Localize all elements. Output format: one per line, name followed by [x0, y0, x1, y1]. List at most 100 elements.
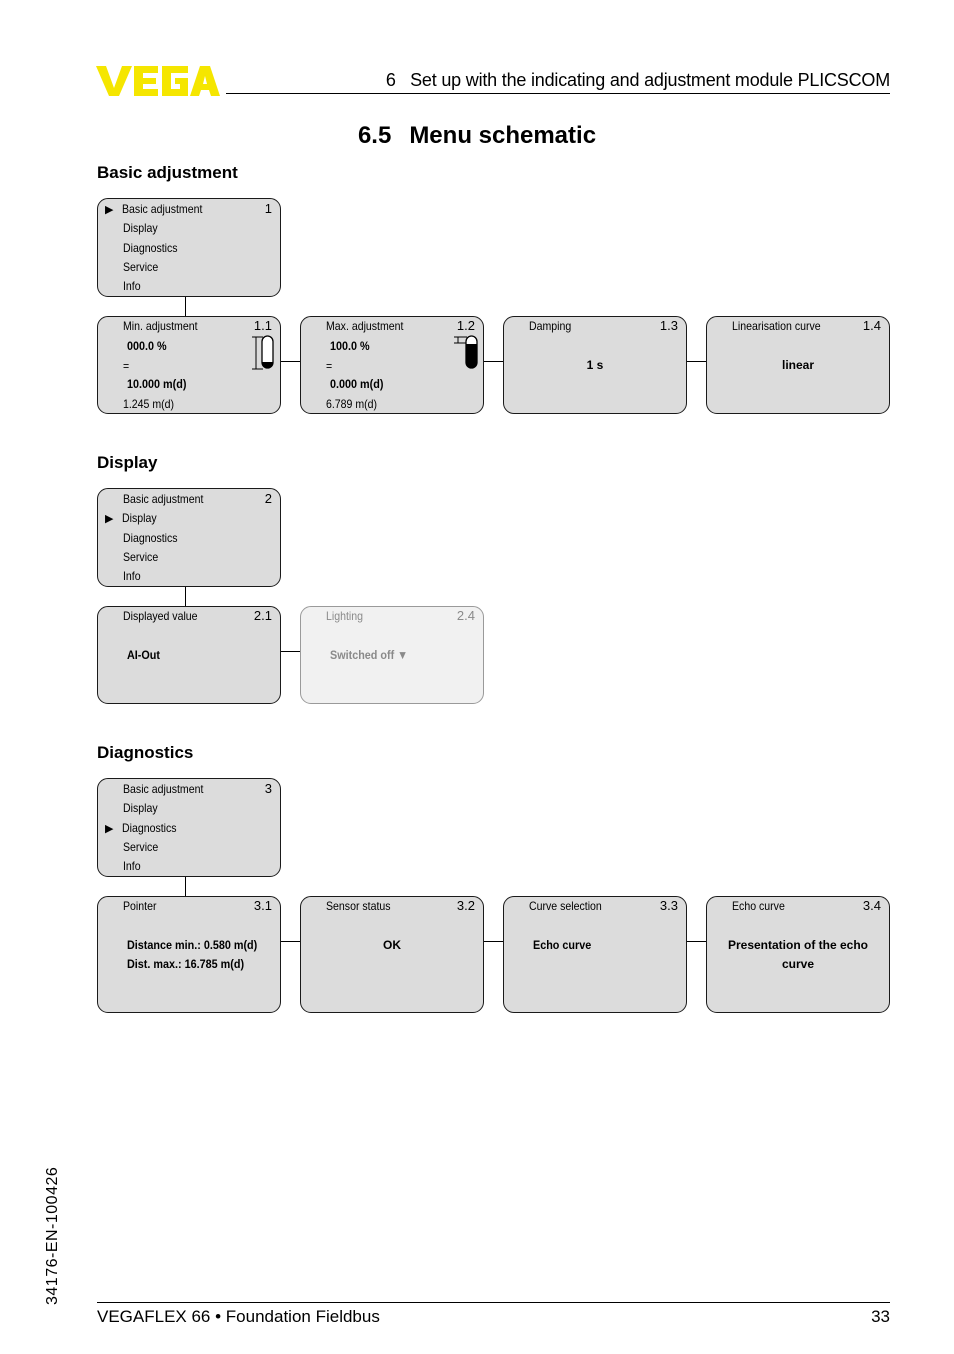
box-number: 1.4: [862, 318, 881, 333]
box-label: Lighting: [326, 609, 364, 623]
distance-min: Distance min.: 0.580 m(d): [127, 938, 258, 952]
max-distance-value[interactable]: 0.000 m(d): [330, 377, 383, 391]
box-number: 3.3: [659, 898, 678, 913]
menu-item-basic-adjustment[interactable]: Basic adjustment: [123, 782, 203, 796]
box-label: Curve selection: [529, 899, 602, 913]
menu-item-diagnostics[interactable]: Diagnostics: [123, 241, 178, 255]
box-label: Linearisation curve: [732, 319, 821, 333]
box-label: Sensor status: [326, 899, 391, 913]
box-number: 2.1: [253, 608, 272, 623]
menu-box-diagnostics[interactable]: Basic adjustment Display ▶ Diagnostics S…: [97, 778, 281, 877]
menu-item-info[interactable]: Info: [123, 859, 141, 873]
box-label: Displayed value: [123, 609, 198, 623]
box-damping[interactable]: Damping 1.3 1 s: [503, 316, 687, 414]
curve-selection-value[interactable]: Echo curve: [533, 938, 591, 952]
menu-box-display[interactable]: Basic adjustment ▶ Display Diagnostics S…: [97, 488, 281, 587]
connector: [281, 941, 300, 942]
chevron-down-icon: ▼: [397, 648, 408, 662]
menu-item-display[interactable]: Display: [123, 801, 158, 815]
connector: [185, 297, 186, 316]
box-label: Echo curve: [732, 899, 785, 913]
equals-sign: =: [123, 359, 130, 373]
menu-item-display[interactable]: Display: [123, 221, 158, 235]
menu-number: 1: [264, 201, 272, 216]
box-min-adjustment[interactable]: Min. adjustment 1.1 000.0 % = 10.000 m(d…: [97, 316, 281, 414]
chapter-title: Set up with the indicating and adjustmen…: [410, 70, 890, 90]
box-curve-selection[interactable]: Curve selection 3.3 Echo curve: [503, 896, 687, 1013]
min-distance-value[interactable]: 10.000 m(d): [127, 377, 186, 391]
connector: [687, 941, 706, 942]
sensor-status-value: OK: [383, 938, 401, 952]
lighting-select: Switched off ▼: [330, 648, 408, 662]
connector: [281, 651, 300, 652]
display-heading: Display: [97, 453, 158, 472]
document-id: 34176-EN-100426: [44, 1166, 61, 1305]
menu-number: 3: [264, 781, 272, 796]
box-pointer[interactable]: Pointer 3.1 Distance min.: 0.580 m(d) Di…: [97, 896, 281, 1013]
min-level-gauge-icon: [252, 335, 274, 370]
vega-logo: [96, 66, 220, 96]
footer-product: VEGAFLEX 66 • Foundation Fieldbus: [97, 1307, 380, 1326]
box-number: 1.2: [456, 318, 475, 333]
pointer-icon: ▶: [105, 823, 114, 835]
connector: [281, 361, 300, 362]
section-name: Menu schematic: [409, 122, 597, 149]
distance-max: Dist. max.: 16.785 m(d): [127, 957, 245, 971]
box-linearisation-curve[interactable]: Linearisation curve 1.4 linear: [706, 316, 890, 414]
diagnostics-heading: Diagnostics: [97, 743, 194, 762]
echo-curve-line2: curve: [781, 957, 815, 971]
box-lighting: Lighting 2.4 Switched off ▼: [300, 606, 484, 704]
menu-item-info[interactable]: Info: [123, 279, 141, 293]
box-number: 1.3: [659, 318, 678, 333]
displayed-value[interactable]: AI-Out: [127, 648, 160, 662]
chapter-header: 6 Set up with the indicating and adjustm…: [226, 70, 890, 91]
header-rule: [226, 93, 890, 94]
connector: [185, 877, 186, 896]
section-title: 6.5 Menu schematic: [0, 122, 954, 150]
menu-item-basic-adjustment[interactable]: Basic adjustment: [123, 492, 203, 506]
echo-curve-line1: Presentation of the echo: [727, 938, 869, 952]
menu-item-service[interactable]: Service: [123, 260, 158, 274]
box-number: 3.1: [253, 898, 272, 913]
box-max-adjustment[interactable]: Max. adjustment 1.2 100.0 % = 0.000 m(d)…: [300, 316, 484, 414]
basic-adjustment-heading: Basic adjustment: [97, 163, 238, 182]
section-number: 6.5: [357, 122, 392, 149]
box-label: Damping: [529, 319, 572, 333]
box-number: 3.2: [456, 898, 475, 913]
connector: [687, 361, 706, 362]
min-percent-value[interactable]: 000.0 %: [127, 339, 167, 353]
damping-value[interactable]: 1 s: [504, 358, 686, 372]
chapter-number: 6: [385, 70, 396, 90]
menu-number: 2: [264, 491, 272, 506]
lighting-value: Switched off: [330, 648, 395, 662]
box-label: Pointer: [123, 899, 157, 913]
menu-item-service[interactable]: Service: [123, 840, 158, 854]
menu-item-diagnostics[interactable]: Diagnostics: [122, 821, 177, 835]
menu-box-basic[interactable]: ▶ Basic adjustment Display Diagnostics S…: [97, 198, 281, 297]
footer-rule: [97, 1302, 890, 1303]
page-number: 33: [871, 1307, 890, 1326]
measured-distance: 6.789 m(d): [326, 397, 378, 411]
pointer-icon: ▶: [105, 204, 114, 216]
max-percent-value[interactable]: 100.0 %: [330, 339, 370, 353]
menu-item-display[interactable]: Display: [122, 511, 157, 525]
menu-item-diagnostics[interactable]: Diagnostics: [123, 531, 178, 545]
equals-sign: =: [326, 359, 333, 373]
measured-distance: 1.245 m(d): [123, 397, 175, 411]
connector: [185, 587, 186, 606]
box-label: Max. adjustment: [326, 319, 404, 333]
menu-item-basic-adjustment[interactable]: Basic adjustment: [122, 202, 202, 216]
menu-item-service[interactable]: Service: [123, 550, 158, 564]
box-number: 1.1: [253, 318, 272, 333]
connector: [484, 361, 503, 362]
box-sensor-status[interactable]: Sensor status 3.2 OK: [300, 896, 484, 1013]
max-level-gauge-icon: [454, 335, 478, 369]
box-number: 2.4: [456, 608, 475, 623]
pointer-icon: ▶: [105, 513, 114, 525]
menu-item-info[interactable]: Info: [123, 569, 141, 583]
box-label: Min. adjustment: [123, 319, 198, 333]
box-displayed-value[interactable]: Displayed value 2.1 AI-Out: [97, 606, 281, 704]
linearisation-value[interactable]: linear: [707, 358, 889, 372]
box-echo-curve[interactable]: Echo curve 3.4 Presentation of the echo …: [706, 896, 890, 1013]
connector: [484, 941, 503, 942]
